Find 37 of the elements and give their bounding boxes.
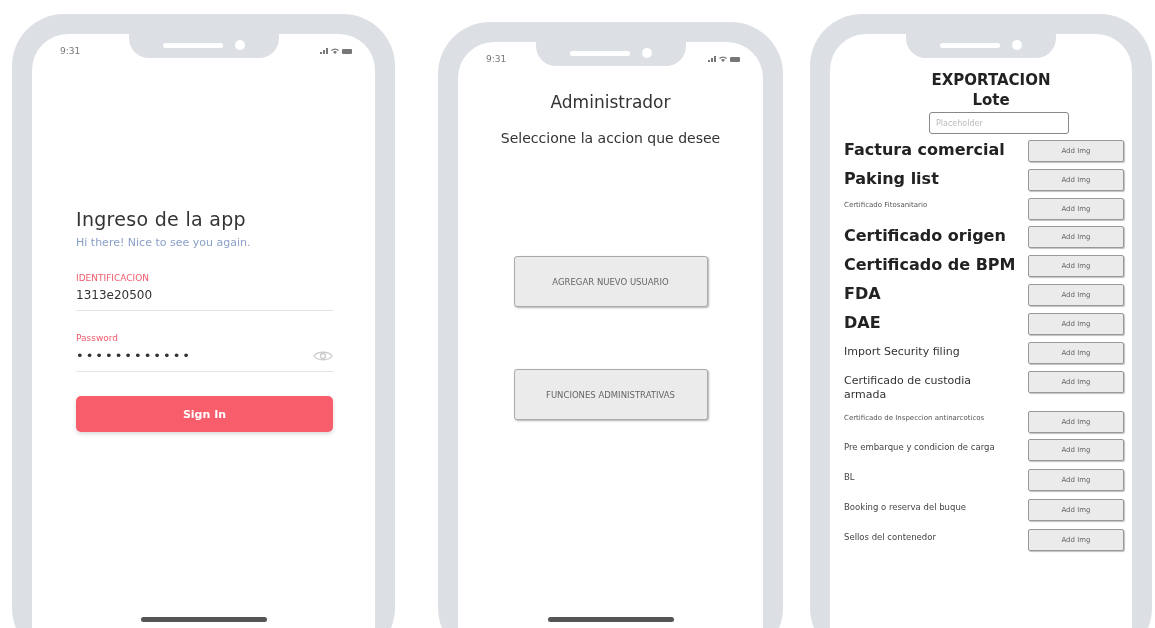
lot-input-field[interactable]: Placeholder — [929, 112, 1069, 134]
status-time: 9:31 — [60, 46, 81, 56]
document-label: DAE — [844, 313, 882, 333]
eye-icon[interactable] — [313, 349, 333, 362]
document-label: Sellos del contenedor — [844, 531, 937, 543]
document-label: Certificado origen — [844, 226, 1007, 246]
sign-in-button[interactable]: Sign In — [76, 396, 333, 432]
document-label: FDA — [844, 284, 882, 304]
action-button[interactable]: FUNCIONES ADMINISTRATIVAS — [513, 369, 708, 420]
instruction-text: Seleccione la accion que desee — [500, 130, 721, 146]
section-title: Lote — [971, 90, 1011, 110]
document-label: Factura comercial — [844, 140, 1006, 160]
password-field[interactable]: •••••••••••• — [76, 343, 333, 372]
camera-icon — [641, 48, 652, 58]
camera-icon — [1012, 40, 1022, 50]
document-label: Import Security filing — [844, 344, 961, 359]
document-label: Certificado de custodia armada — [844, 373, 973, 402]
document-label: Booking o reserva del buque — [844, 501, 968, 513]
document-label: Certificado de BPM — [844, 255, 1017, 275]
action-button[interactable]: AGREGAR NUEVO USUARIO — [513, 256, 708, 307]
document-label: Paking list — [844, 169, 940, 189]
status-icons — [319, 47, 353, 55]
screen-title: EXPORTACION — [930, 70, 1052, 90]
screen-title: Ingreso de la app — [76, 208, 247, 230]
input-field[interactable]: 1313e20500 — [76, 283, 333, 311]
document-label: BL — [844, 471, 856, 483]
status-icons — [707, 55, 741, 63]
speaker-icon — [940, 42, 1000, 48]
speaker-icon — [162, 42, 223, 48]
camera-icon — [234, 40, 245, 50]
screen-title: Administrador — [550, 92, 671, 112]
status-time: 9:31 — [486, 54, 507, 64]
field-label: Password — [76, 333, 120, 343]
speaker-icon — [569, 50, 630, 56]
document-label: Pre embarque y condicion de carga — [844, 441, 996, 453]
greeting-text: Hi there! Nice to see you again. — [76, 236, 252, 249]
field-label: IDENTIFICACION — [76, 273, 151, 283]
